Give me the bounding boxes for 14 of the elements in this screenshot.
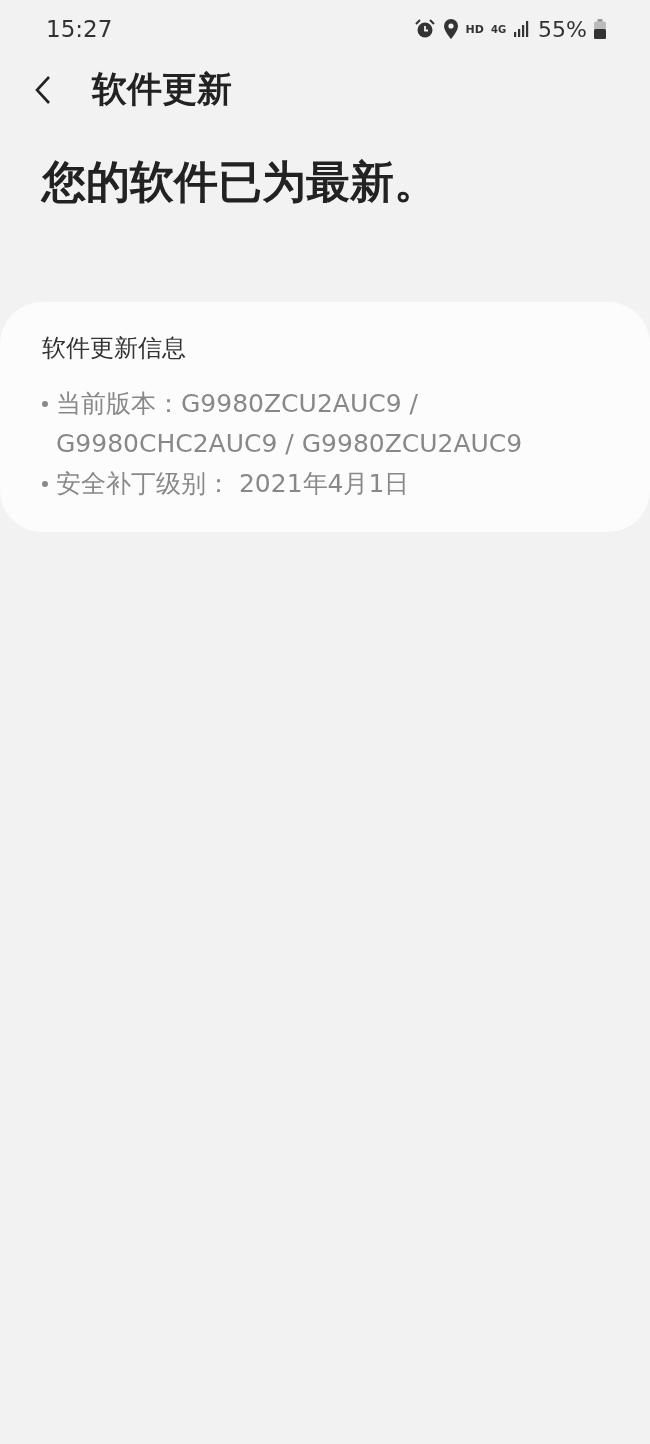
status-headline: 您的软件已为最新。 [42,155,439,209]
battery-percentage: 55% [538,16,587,42]
card-title: 软件更新信息 [42,333,187,364]
battery-icon [594,19,606,39]
bullet-icon [42,481,48,487]
info-text: 当前版本：G9980ZCU2AUC9 / G9980CHC2AUC9 / G9980ZCU2AUC9 [56,388,524,460]
bullet-icon [42,401,48,407]
alarm-clock-icon [413,18,436,40]
network-type-label: 4G [490,23,507,35]
status-time: 15:27 [46,16,113,42]
page-title: 软件更新 [92,68,232,111]
hd-label: HD [465,22,484,36]
location-pin-icon [442,18,459,40]
info-text: 安全补丁级别： 2021年4月1日 [56,468,410,500]
